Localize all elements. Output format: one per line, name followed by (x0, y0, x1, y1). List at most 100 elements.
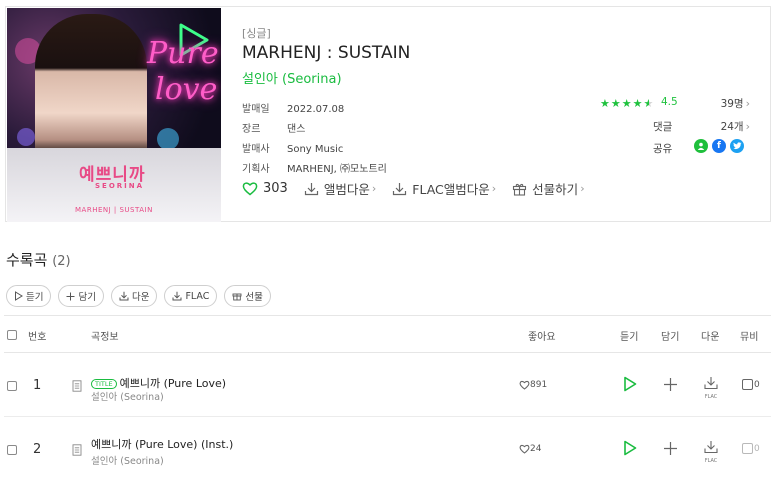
add-to-playlist-icon[interactable] (663, 377, 678, 392)
cover-bokeh (157, 128, 179, 150)
share-facebook-icon[interactable]: f (712, 139, 726, 153)
track-download-button[interactable]: FLAC (701, 439, 721, 464)
meta-value: 2022.07.08 (287, 104, 345, 115)
download-icon (704, 441, 718, 454)
song-artist-link[interactable]: 설인아 (Seorina) (91, 453, 164, 467)
plus-icon (66, 292, 75, 300)
meta-value: 댄스 (287, 124, 306, 135)
heart-icon (519, 380, 530, 390)
download-icon (119, 291, 129, 301)
meta-key: 발매사 (242, 144, 270, 155)
album-artist-link[interactable]: 설인아 (Seorina) (242, 68, 410, 87)
meta-row-genre: 장르 댄스 (242, 120, 387, 140)
mv-button: 0 (742, 443, 760, 454)
heart-icon (519, 444, 530, 454)
title-track-badge: TITLE (91, 379, 117, 389)
gift-button[interactable]: 선물하기 › (512, 179, 585, 198)
header-number: 번호 (28, 332, 47, 343)
tracklist-title-text: 수록곡 (6, 251, 48, 269)
row-checkbox[interactable] (7, 445, 17, 455)
add-to-playlist-icon[interactable] (663, 441, 678, 456)
meta-key: 장르 (242, 124, 261, 135)
download-icon (704, 377, 718, 390)
cover-album-title: MARHENJ | SUSTAIN (75, 206, 153, 214)
album-type-tag: [싱글] (242, 27, 271, 40)
gift-selected-button[interactable]: 선물 (224, 285, 271, 307)
mv-button[interactable]: 0 (742, 379, 760, 390)
header-song-info: 곡정보 (91, 332, 119, 343)
cover-bokeh (17, 128, 35, 146)
album-heading: [싱글] MARHENJ : SUSTAIN 설인아 (Seorina) (242, 25, 410, 87)
meta-row-publisher: 발매사 Sony Music (242, 140, 387, 160)
track-number: 2 (33, 442, 42, 457)
header-likes: 좋아요 (528, 332, 556, 343)
flac-label: FLAC (704, 394, 718, 400)
select-all-checkbox[interactable] (7, 330, 17, 340)
play-icon[interactable] (623, 440, 637, 456)
chevron-right-icon: › (580, 182, 585, 195)
gift-icon (513, 183, 527, 196)
album-meta: 발매일 2022.07.08 장르 댄스 발매사 Sony Music 기획사 MARH… (242, 100, 387, 180)
track-like-button[interactable]: 24 (519, 444, 541, 454)
download-selected-button[interactable]: 다운 (110, 285, 158, 307)
tracklist-count: (2) (52, 254, 71, 269)
play-icon[interactable] (623, 376, 637, 392)
listen-selected-button[interactable]: 듣기 (6, 285, 52, 307)
header-mv: 뮤비 (740, 332, 759, 343)
chevron-right-icon: › (745, 97, 750, 110)
cover-artist-name: SEORINA (95, 182, 145, 190)
rating-stars[interactable]: ★ ★ ★ ★ ★ (600, 98, 653, 110)
meta-key: 발매일 (242, 104, 270, 115)
add-selected-button[interactable]: 담기 (58, 285, 104, 307)
header-add: 담기 (661, 332, 680, 343)
comments-count: 24개 (720, 121, 744, 133)
header-download: 다운 (701, 332, 720, 343)
song-artist-link[interactable]: 설인아 (Seorina) (91, 389, 164, 403)
download-icon (172, 291, 182, 301)
star-icon: ★ (600, 97, 610, 110)
rating-value: 4.5 (661, 96, 678, 108)
comments-count-link[interactable]: 24개 › (706, 119, 750, 134)
album-download-button[interactable]: 앨범다운 › (304, 179, 376, 198)
track-like-count: 891 (530, 380, 548, 390)
share-icons: f (694, 139, 744, 153)
meta-value: MARHENJ, ㈜모노트리 (287, 164, 387, 175)
flac-album-download-button[interactable]: FLAC앨범다운 › (392, 179, 496, 198)
play-icon (15, 291, 23, 301)
header-listen: 듣기 (620, 332, 639, 343)
track-table-header: 번호 곡정보 좋아요 듣기 담기 다운 뮤비 (4, 316, 771, 353)
chevron-right-icon: › (371, 182, 377, 195)
flac-album-download-label: FLAC앨범다운 (412, 182, 490, 197)
table-row: 2 예쁘니까 (Pure Love) (Inst.) 설인아 (Seorina)… (4, 417, 771, 479)
mv-count: 0 (754, 444, 760, 454)
row-checkbox[interactable] (7, 381, 17, 391)
share-friend-icon[interactable] (694, 139, 708, 153)
mv-icon (742, 443, 753, 454)
download-icon (304, 182, 318, 195)
flac-selected-label: FLAC (185, 290, 210, 302)
mv-icon (742, 379, 753, 390)
chevron-right-icon: › (745, 120, 750, 133)
tracklist-title: 수록곡 (2) (6, 249, 71, 270)
track-download-button[interactable]: FLAC (701, 375, 721, 400)
track-like-button[interactable]: 891 (519, 380, 547, 390)
meta-row-agency: 기획사 MARHENJ, ㈜모노트리 (242, 160, 387, 180)
song-info-icon[interactable] (72, 444, 82, 456)
track-like-count: 24 (530, 444, 542, 454)
share-twitter-icon[interactable] (730, 139, 744, 153)
cover-neon-text-2: love (155, 72, 218, 107)
gift-selected-label: 선물 (245, 292, 263, 303)
rating-count: 39명 (720, 98, 744, 110)
mv-count: 0 (754, 380, 760, 390)
like-count: 303 (263, 181, 288, 196)
song-title-link[interactable]: 예쁘니까 (Pure Love) (Inst.) (91, 436, 233, 452)
add-selected-label: 담기 (78, 292, 96, 303)
share-label: 공유 (653, 143, 673, 155)
song-info-icon[interactable] (72, 380, 82, 392)
like-button[interactable]: 303 (242, 181, 288, 196)
album-cover-image[interactable]: Pure love 예쁘니까 SEORINA MARHENJ | SUSTAIN (7, 8, 221, 222)
flac-selected-button[interactable]: FLAC (164, 285, 218, 307)
rating-count-link[interactable]: 39명 › (706, 96, 750, 111)
listen-selected-label: 듣기 (26, 292, 44, 303)
meta-value: Sony Music (287, 144, 344, 155)
